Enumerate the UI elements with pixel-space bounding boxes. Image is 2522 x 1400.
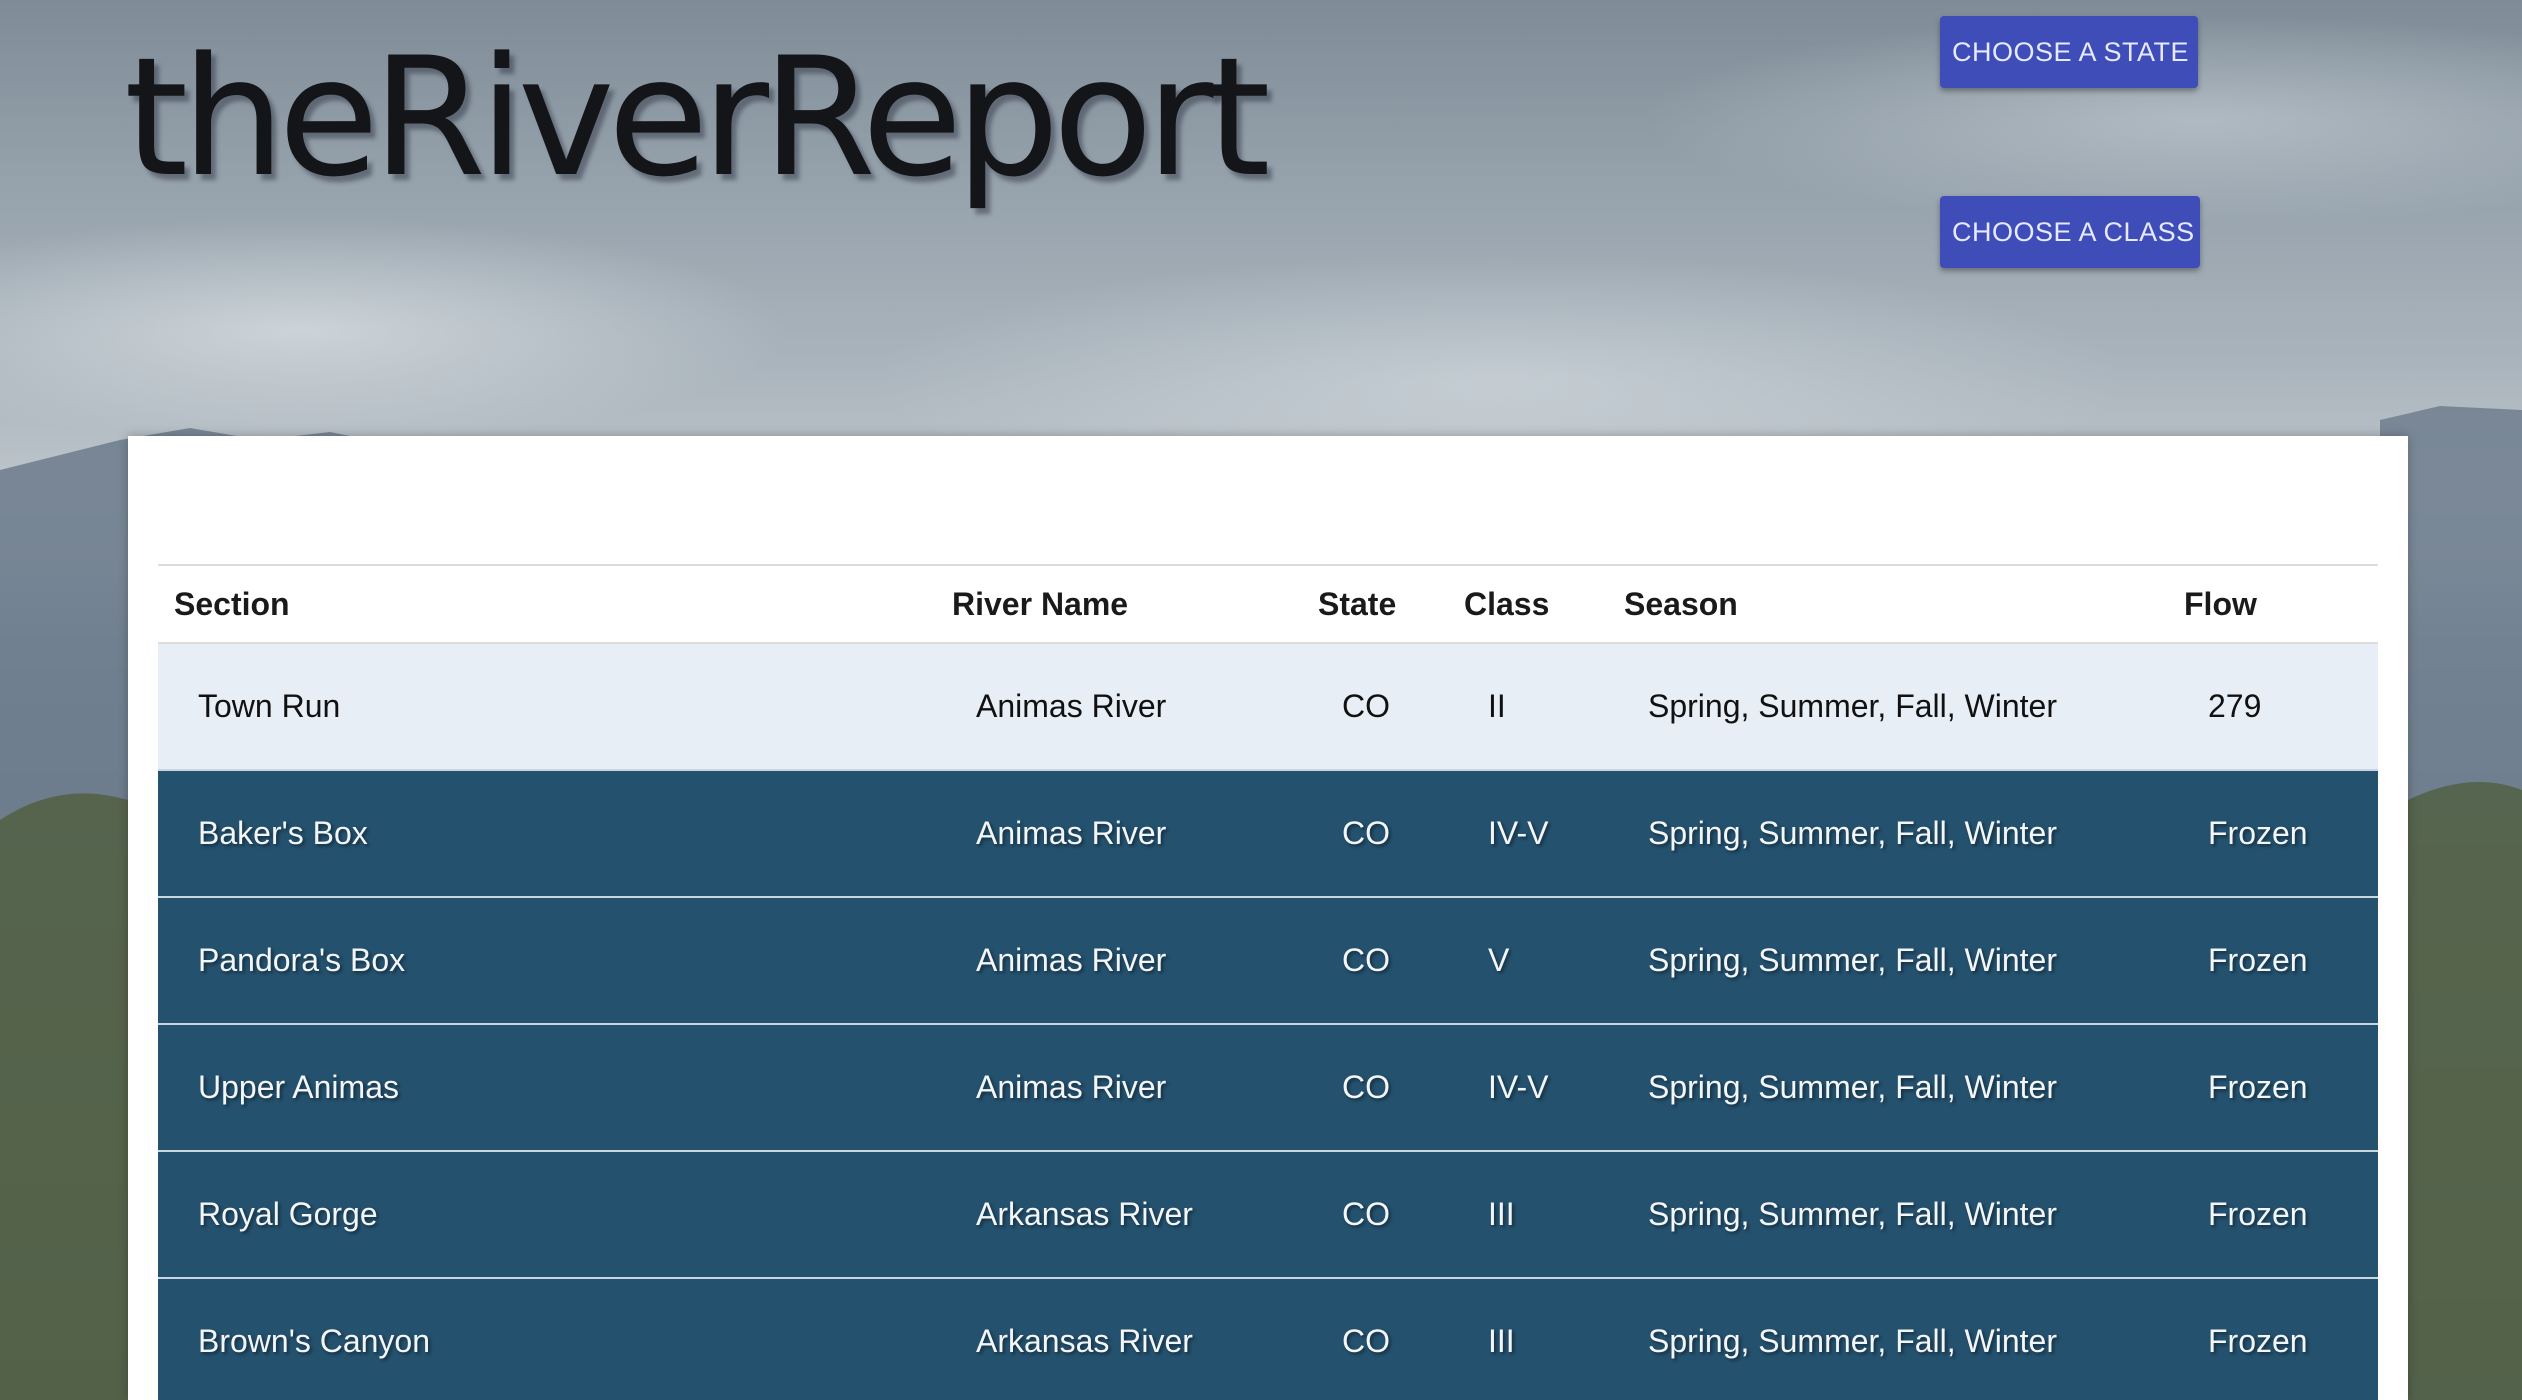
cell-season: Spring, Summer, Fall, Winter [1608,1150,2168,1278]
cell-state: CO [1302,769,1448,897]
cell-flow: 279 [2208,688,2262,724]
cell-state: CO [1302,1023,1448,1151]
cell-flow: Frozen [2168,896,2378,1024]
cell-section: Baker's Box [158,769,936,897]
cell-season: Spring, Summer, Fall, Winter [1608,1023,2168,1151]
table-row[interactable]: Brown's Canyon Arkansas River CO III Spr… [158,1277,2378,1400]
cell-river-name: Arkansas River [936,1150,1302,1278]
river-table-card: Section River Name State Class Season Fl… [128,436,2408,1400]
cell-river-name: Animas River [936,769,1302,897]
cell-section: Town Run [198,688,341,724]
cell-season: Spring, Summer, Fall, Winter [1608,1277,2168,1400]
cell-state: CO [1302,1150,1448,1278]
cell-river-name: Arkansas River [936,1277,1302,1400]
cell-section: Upper Animas [158,1023,936,1151]
cell-flow: Frozen [2168,1150,2378,1278]
cell-class: III [1448,1150,1608,1278]
cell-class: IV-V [1448,769,1608,897]
column-header-season[interactable]: Season [1608,565,2168,643]
header-row: Section River Name State Class Season Fl… [158,565,2378,643]
cell-class: V [1448,896,1608,1024]
table-row[interactable]: Town Run Animas River CO II Spring, Summ… [158,643,2378,770]
cell-flow: Frozen [2168,1023,2378,1151]
cell-flow: Frozen [2168,769,2378,897]
column-header-river-name[interactable]: River Name [936,565,1302,643]
cell-season: Spring, Summer, Fall, Winter [1608,896,2168,1024]
column-header-state[interactable]: State [1302,565,1448,643]
cell-section: Royal Gorge [158,1150,936,1278]
cell-section: Brown's Canyon [158,1277,936,1400]
column-header-flow[interactable]: Flow [2168,565,2378,643]
cell-class: IV-V [1448,1023,1608,1151]
table-row[interactable]: Baker's Box Animas River CO IV-V Spring,… [158,769,2378,897]
cell-flow: Frozen [2168,1277,2378,1400]
table-row[interactable]: Upper Animas Animas River CO IV-V Spring… [158,1023,2378,1151]
cell-season: Spring, Summer, Fall, Winter [1648,688,2057,724]
cell-season: Spring, Summer, Fall, Winter [1608,769,2168,897]
cell-section: Pandora's Box [158,896,936,1024]
cell-class: II [1488,688,1506,724]
table-body: Town Run Animas River CO II Spring, Summ… [158,643,2378,1400]
column-header-section[interactable]: Section [158,565,936,643]
table-row[interactable]: Royal Gorge Arkansas River CO III Spring… [158,1150,2378,1278]
cell-class: III [1448,1277,1608,1400]
table-header: Section River Name State Class Season Fl… [158,565,2378,643]
cell-river-name: Animas River [936,896,1302,1024]
cell-state: CO [1342,688,1390,724]
choose-state-button[interactable]: CHOOSE A STATE [1940,16,2198,88]
cell-state: CO [1302,896,1448,1024]
column-header-class[interactable]: Class [1448,565,1608,643]
table-row[interactable]: Pandora's Box Animas River CO V Spring, … [158,896,2378,1024]
choose-class-button[interactable]: CHOOSE A CLASS [1940,196,2200,268]
river-table: Section River Name State Class Season Fl… [158,564,2378,1400]
cell-river-name: Animas River [936,1023,1302,1151]
cell-river-name: Animas River [976,688,1167,724]
site-logo[interactable]: theRiverReport [124,36,1271,200]
cell-state: CO [1302,1277,1448,1400]
